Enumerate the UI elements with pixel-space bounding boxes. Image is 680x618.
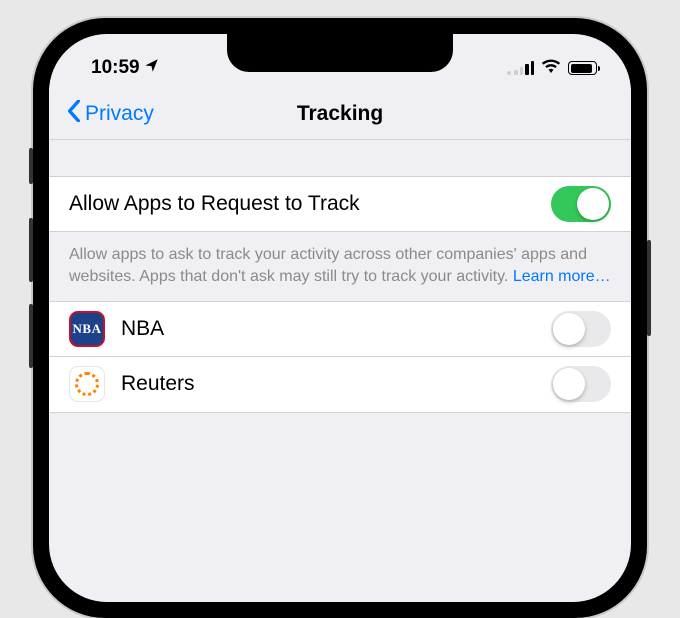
allow-request-label: Allow Apps to Request to Track	[69, 192, 551, 216]
nba-app-icon: NBA	[69, 311, 105, 347]
back-button[interactable]: Privacy	[67, 100, 154, 128]
status-time: 10:59	[91, 57, 140, 79]
app-name: NBA	[121, 317, 551, 341]
nav-bar: Privacy Tracking	[49, 88, 631, 140]
allow-request-row[interactable]: Allow Apps to Request to Track	[49, 176, 631, 232]
app-switch-nba[interactable]	[551, 311, 611, 347]
allow-request-footer: Allow apps to ask to track your activity…	[49, 232, 631, 301]
footer-body: Allow apps to ask to track your activity…	[69, 246, 587, 285]
app-switch-reuters[interactable]	[551, 366, 611, 402]
side-button-mute	[29, 148, 33, 184]
notch	[227, 34, 453, 72]
reuters-app-icon	[69, 366, 105, 402]
wifi-icon	[541, 57, 561, 79]
side-button-volume-up	[29, 218, 33, 282]
side-button-power	[647, 240, 651, 336]
chevron-left-icon	[67, 100, 81, 128]
screen: 10:59	[49, 34, 631, 602]
learn-more-link[interactable]: Learn more…	[513, 268, 611, 285]
cellular-signal-icon	[507, 61, 534, 75]
app-row-reuters[interactable]: Reuters	[49, 357, 631, 413]
back-button-label: Privacy	[85, 102, 154, 126]
side-button-volume-down	[29, 304, 33, 368]
app-name: Reuters	[121, 372, 551, 396]
location-arrow-icon	[144, 57, 159, 79]
battery-icon	[568, 61, 597, 75]
allow-request-switch[interactable]	[551, 186, 611, 222]
phone-frame: 10:59	[33, 18, 647, 618]
app-row-nba[interactable]: NBA NBA	[49, 301, 631, 357]
